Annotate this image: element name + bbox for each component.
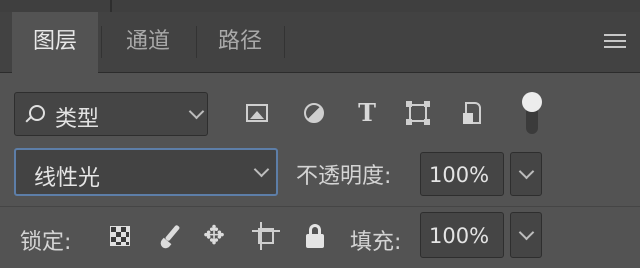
panel-tab-bar: 图层 通道 路径	[0, 12, 640, 73]
panel-seam	[110, 0, 112, 12]
lock-all-icon[interactable]	[302, 222, 330, 250]
fill-label: 填充:	[350, 230, 402, 255]
tab-layers[interactable]: 图层	[12, 12, 98, 73]
tab-separator	[101, 26, 102, 58]
image-filter-icon[interactable]	[244, 98, 274, 128]
filter-kind-dropdown[interactable]: 类型	[14, 92, 208, 136]
type-filter-icon[interactable]: T	[352, 98, 382, 128]
lock-image-pixels-icon[interactable]	[158, 222, 186, 251]
lock-transparent-pixels-icon[interactable]	[106, 222, 134, 250]
opacity-value: 100%	[429, 163, 490, 187]
search-icon	[29, 105, 45, 121]
opacity-slider-button[interactable]	[510, 152, 542, 196]
adjustment-filter-icon[interactable]	[300, 98, 330, 128]
divider	[0, 206, 640, 207]
fill-input[interactable]: 100%	[420, 212, 504, 258]
hamburger-menu-icon[interactable]	[604, 34, 626, 50]
opacity-input[interactable]: 100%	[420, 152, 504, 196]
smart-object-filter-icon[interactable]	[458, 98, 488, 128]
blend-mode-value: 线性光	[34, 166, 101, 191]
chevron-down-icon	[188, 103, 205, 120]
tab-channels[interactable]: 通道	[105, 12, 191, 72]
fill-value: 100%	[429, 224, 490, 248]
blend-mode-dropdown[interactable]: 线性光	[14, 148, 278, 196]
chevron-down-icon	[518, 163, 535, 180]
lock-artboard-icon[interactable]	[252, 222, 280, 250]
chevron-down-icon	[253, 161, 270, 178]
lock-position-icon[interactable]: ✥	[200, 222, 228, 250]
opacity-label: 不透明度:	[296, 164, 392, 189]
tab-paths[interactable]: 路径	[200, 12, 280, 72]
filter-kind-label: 类型	[55, 107, 100, 132]
fill-slider-button[interactable]	[510, 212, 542, 258]
lock-label: 锁定:	[20, 230, 72, 255]
shape-filter-icon[interactable]	[404, 98, 434, 128]
panel-top-strip	[0, 0, 640, 12]
tab-separator	[196, 26, 197, 58]
filter-toggle[interactable]	[520, 92, 544, 136]
chevron-down-icon	[518, 224, 535, 241]
tab-separator	[284, 26, 285, 58]
